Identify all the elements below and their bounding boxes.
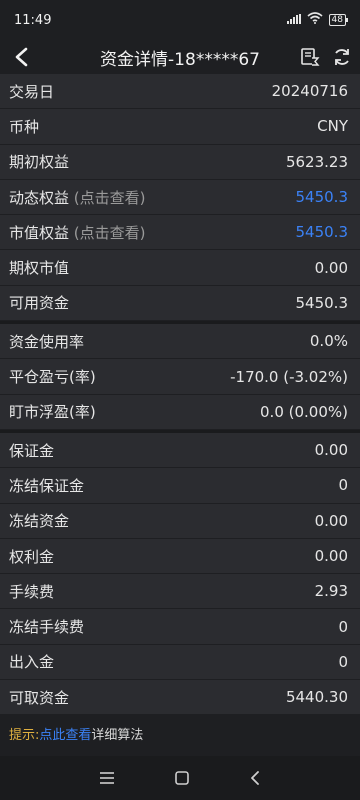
row-value: 0.00 [314,258,348,277]
row-frozen-commission: 冻结手续费 0 [0,609,360,645]
row-label: 期权市值 [9,259,70,278]
row-label: 交易日 [9,82,55,101]
row-label: 资金使用率 [9,332,85,351]
row-initial-equity: 期初权益 5623.23 [0,144,360,180]
menu-icon [100,772,115,784]
row-value: 0.00 [314,511,348,530]
row-label: 期初权益 [9,153,70,172]
row-dynamic-equity[interactable]: 动态权益 (点击查看) 5450.3 [0,179,360,216]
row-withdrawable-funds: 可取资金 5440.30 [0,680,360,716]
row-label: 市值权益 [9,223,70,242]
row-label: 冻结手续费 [9,618,85,637]
row-label: 可用资金 [9,294,70,313]
formula-button[interactable] [300,47,320,67]
row-label-group: 市值权益 (点击查看) [9,222,146,243]
row-label: 手续费 [9,582,55,601]
row-frozen-funds: 冻结资金 0.00 [0,503,360,539]
row-value: 0.0% [309,332,348,351]
row-label: 币种 [9,117,40,136]
battery-icon: 48 [328,14,349,26]
fund-details: 交易日 20240716 币种 CNY 期初权益 5623.23 动态权益 (点… [0,74,360,752]
nav-actions [300,47,352,67]
row-value: 0 [338,617,348,636]
back-button[interactable] [8,42,34,72]
row-label: 冻结保证金 [9,476,85,495]
row-value: 0.00 [314,441,348,460]
home-square-icon [175,771,189,785]
algorithm-link[interactable]: 点此查看 [39,724,91,743]
row-frozen-margin: 冻结保证金 0 [0,468,360,504]
row-deposit-withdrawal: 出入金 0 [0,644,360,681]
row-currency: 币种 CNY [0,109,360,145]
refresh-button[interactable] [332,47,352,67]
row-hint: (点击查看) [73,223,146,242]
refresh-icon [335,49,349,65]
row-hint: (点击查看) [73,188,146,207]
row-value: CNY [317,117,348,136]
row-label: 出入金 [9,653,55,672]
row-value: 0.0 (0.00%) [260,402,348,421]
row-available-funds: 可用资金 5450.3 [0,285,360,322]
status-icons: 48 [286,12,349,28]
tip-text: 详细算法 [91,727,144,743]
row-fund-usage-rate: 资金使用率 0.0% [0,324,360,360]
row-margin: 保证金 0.00 [0,432,360,469]
row-mark-to-market-pnl: 盯市浮盈(率) 0.0 (0.00%) [0,394,360,430]
row-commission: 手续费 2.93 [0,574,360,610]
menu-nav-button[interactable] [99,771,115,785]
row-premium: 权利金 0.00 [0,538,360,575]
row-label: 保证金 [9,441,55,460]
row-label: 平仓盈亏(率) [9,368,96,387]
back-triangle-icon [250,771,259,785]
row-label: 盯市浮盈(率) [9,403,96,422]
market-equity-link[interactable]: 5450.3 [296,223,349,241]
nav-bar: 资金详情-18*****67 [0,40,360,74]
tip-label: 提示: [9,727,40,743]
row-closing-pnl: 平仓盈亏(率) -170.0 (-3.02%) [0,359,360,395]
row-value: 0 [338,476,348,495]
row-value: 5450.3 [295,293,349,312]
dynamic-equity-link[interactable]: 5450.3 [296,188,349,206]
row-label: 冻结资金 [9,512,70,531]
row-label: 可取资金 [9,688,70,707]
wifi-icon [307,12,323,28]
system-nav-bar [0,756,360,800]
row-option-market-value: 期权市值 0.00 [0,250,360,286]
row-value: 20240716 [271,82,348,101]
row-label-group: 动态权益 (点击查看) [9,187,146,208]
back-nav-button[interactable] [249,770,261,786]
row-value: 0 [338,652,348,671]
row-market-equity[interactable]: 市值权益 (点击查看) 5450.3 [0,215,360,251]
clock: 11:49 [14,12,52,28]
chevron-left-icon [15,47,28,67]
formula-icon [301,48,320,66]
status-bar: 11:49 48 [0,0,360,40]
row-trade-date: 交易日 20240716 [0,74,360,110]
tip-bar: 提示: 点此查看 详细算法 [0,715,360,752]
row-label: 动态权益 [9,188,70,207]
home-nav-button[interactable] [174,770,190,786]
row-value: 2.93 [314,582,348,601]
row-value: -170.0 (-3.02%) [230,367,348,386]
row-value: 5623.23 [285,152,348,171]
row-label: 权利金 [9,547,55,566]
row-value: 5440.30 [285,688,348,707]
row-value: 0.00 [314,547,348,565]
signal-icon [286,13,301,28]
